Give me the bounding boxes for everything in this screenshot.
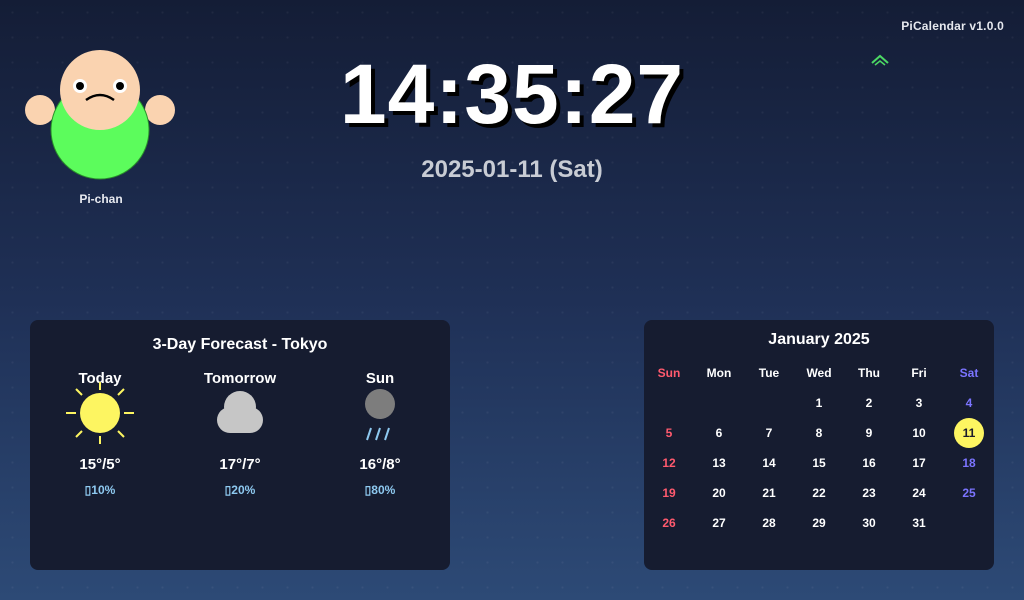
calendar-day[interactable]: 26 — [644, 508, 694, 538]
calendar-day[interactable]: 12 — [644, 448, 694, 478]
forecast-day: Today 15°/5° ▯10% — [40, 370, 160, 497]
calendar-day-today[interactable]: 11 — [944, 418, 994, 448]
clock-date: 2025-01-11 (Sat) — [421, 156, 603, 183]
calendar-day[interactable]: 24 — [894, 478, 944, 508]
calendar-day[interactable]: 1 — [794, 388, 844, 418]
calendar-day[interactable]: 27 — [694, 508, 744, 538]
weather-panel: 3-Day Forecast - Tokyo Today 15°/5° ▯10%… — [30, 320, 450, 570]
calendar-day[interactable]: 5 — [644, 418, 694, 448]
mascot[interactable]: Pi-chan — [24, 44, 180, 209]
mascot-character-icon — [25, 50, 175, 180]
calendar-day[interactable]: 25 — [944, 478, 994, 508]
forecast-temp: 15°/5° — [79, 456, 121, 473]
forecast-temp: 16°/8° — [359, 456, 401, 473]
calendar-day[interactable]: 14 — [744, 448, 794, 478]
weekday-header: Sun — [657, 366, 681, 380]
calendar-empty-cell — [694, 388, 744, 418]
mascot-name: Pi-chan — [79, 192, 123, 206]
calendar-day[interactable]: 20 — [694, 478, 744, 508]
calendar-day[interactable]: 22 — [794, 478, 844, 508]
calendar-day[interactable]: 15 — [794, 448, 844, 478]
weekday-header: Fri — [911, 366, 927, 380]
forecast-day: Tomorrow 17°/7° ▯20% — [180, 370, 300, 497]
calendar-day[interactable]: 2 — [844, 388, 894, 418]
calendar-day[interactable]: 29 — [794, 508, 844, 538]
clock-time: 14:35:27 — [339, 47, 685, 141]
calendar-day[interactable]: 9 — [844, 418, 894, 448]
calendar-day[interactable]: 30 — [844, 508, 894, 538]
rain-icon — [365, 389, 395, 441]
calendar-day[interactable]: 21 — [744, 478, 794, 508]
calendar-day[interactable]: 19 — [644, 478, 694, 508]
calendar-day[interactable]: 7 — [744, 418, 794, 448]
calendar-day[interactable]: 8 — [794, 418, 844, 448]
forecast-temp: 17°/7° — [219, 456, 261, 473]
calendar-title: January 2025 — [768, 331, 870, 348]
calendar-day[interactable]: 16 — [844, 448, 894, 478]
calendar-day[interactable]: 23 — [844, 478, 894, 508]
forecast-day: Sun 16°/8° ▯80% — [320, 370, 440, 497]
forecast-rain-chance: ▯80% — [364, 483, 396, 497]
calendar-day[interactable]: 6 — [694, 418, 744, 448]
chevron-up-icon[interactable] — [870, 52, 890, 66]
calendar-empty-cell — [644, 388, 694, 418]
weekday-header: Mon — [706, 366, 732, 380]
app-version: PiCalendar v1.0.0 — [901, 19, 1004, 33]
calendar-panel: January 2025 Sun Mon Tue Wed Thu Fri Sat… — [644, 320, 994, 570]
forecast-rain-chance: ▯10% — [84, 483, 116, 497]
weekday-header: Thu — [858, 366, 880, 380]
calendar-day[interactable]: 18 — [944, 448, 994, 478]
calendar-day[interactable]: 10 — [894, 418, 944, 448]
calendar-day[interactable]: 28 — [744, 508, 794, 538]
calendar-day[interactable]: 3 — [894, 388, 944, 418]
weekday-header: Tue — [758, 366, 780, 380]
weekday-header: Wed — [806, 366, 832, 380]
calendar-day[interactable]: 4 — [944, 388, 994, 418]
weather-title: 3-Day Forecast - Tokyo — [152, 336, 328, 353]
forecast-rain-chance: ▯20% — [224, 483, 256, 497]
calendar-empty-cell — [744, 388, 794, 418]
calendar-day[interactable]: 31 — [894, 508, 944, 538]
calendar-day[interactable]: 13 — [694, 448, 744, 478]
weekday-header: Sat — [959, 366, 979, 380]
calendar-day[interactable]: 17 — [894, 448, 944, 478]
cloudy-icon — [217, 391, 263, 433]
sunny-icon — [66, 382, 134, 444]
calendar-grid: Sun Mon Tue Wed Thu Fri Sat 1 2 3 4 5 6 7 8 9 10 1… — [644, 358, 994, 538]
